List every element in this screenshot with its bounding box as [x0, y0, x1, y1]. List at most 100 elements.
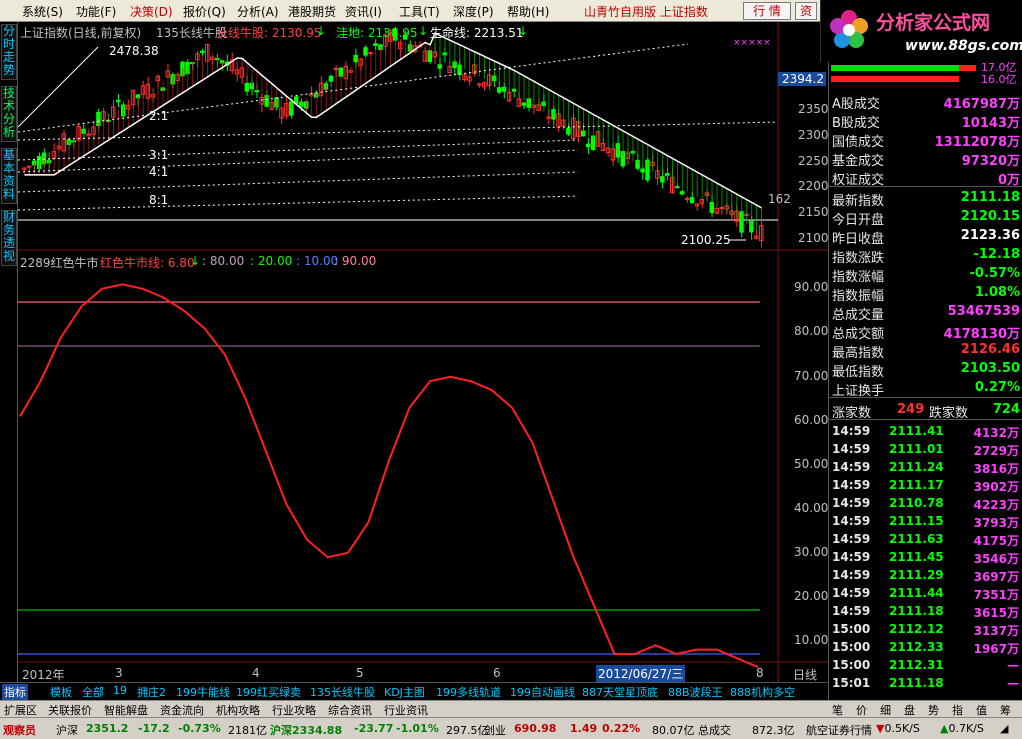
- extension-tabs: 扩展区 关联报价 智能解盘 资金流向 机构攻略 行业攻略 综合资讯 行业资讯: [0, 700, 828, 717]
- indicator-tab-3[interactable]: 19: [113, 684, 127, 697]
- candle-body: [674, 186, 680, 189]
- tick-time: 14:59: [832, 460, 871, 474]
- ext-tab-5[interactable]: 行业攻略: [272, 702, 316, 718]
- ext-tab-4[interactable]: 机构攻略: [216, 702, 260, 718]
- ext-tab-1[interactable]: 关联报价: [48, 702, 92, 718]
- indicator-tab-9[interactable]: 199多线轨道: [436, 684, 501, 700]
- observer-label[interactable]: 观察员: [3, 722, 36, 738]
- menu-quote[interactable]: 报价(Q): [183, 3, 226, 20]
- total-label: 总成交: [698, 724, 731, 737]
- chart-area[interactable]: 上证指数(日线,前复权) 135长线牛股 长线牛股: 2130.95 ↓ 洼地:…: [18, 22, 829, 683]
- rtab-0[interactable]: 笔: [832, 702, 843, 718]
- ext-tab-0[interactable]: 扩展区: [4, 702, 37, 718]
- fan-line-3: [18, 149, 579, 173]
- trade-button[interactable]: 行 情: [743, 2, 791, 20]
- level-20-label: : 20.00: [250, 254, 293, 268]
- chart-canvas[interactable]: [18, 22, 828, 682]
- ratio-4-1: 4:1: [149, 165, 169, 179]
- rtab-3[interactable]: 盘: [904, 702, 915, 718]
- indicator-tab-11[interactable]: 887天堂星顶底: [582, 684, 658, 700]
- sub-indicator-name: 2289红色牛市: [20, 256, 99, 270]
- sub-y-60: 60.00: [794, 413, 829, 427]
- rtab-5[interactable]: 指: [952, 702, 963, 718]
- candle-body: [566, 127, 571, 135]
- high-index: 最高指数 2126.46: [832, 342, 1020, 361]
- indicator-tab-7[interactable]: 135长线牛股: [310, 684, 375, 700]
- tick-time: 14:59: [832, 514, 871, 528]
- menu-tools[interactable]: 工具(T): [399, 3, 440, 20]
- sub-y-90: 90.00: [794, 280, 829, 294]
- candle-body: [353, 54, 358, 63]
- level-90-label: : 90.00: [334, 254, 377, 268]
- tick-row: 14:59 2110.78 4223万: [829, 495, 1022, 513]
- indicator-tab-8[interactable]: KDJ主图: [384, 684, 425, 700]
- tick-time: 14:59: [832, 478, 871, 492]
- indicator-tab-0[interactable]: 指标: [2, 684, 28, 700]
- tick-time: 15:00: [832, 658, 871, 672]
- x-label-4: 4: [252, 666, 260, 680]
- index-pct: 指数涨幅 -0.57%: [832, 266, 1020, 285]
- indicator-tab-13[interactable]: 888机构多空: [730, 684, 795, 700]
- rtab-7[interactable]: 筹: [1000, 702, 1011, 718]
- ext-tab-3[interactable]: 资金流向: [160, 702, 204, 718]
- indicator-tab-1[interactable]: 模板: [50, 684, 72, 700]
- tab-time-sharing[interactable]: 分时走势: [1, 24, 17, 80]
- tab-finance[interactable]: 财务透视: [1, 210, 17, 266]
- fan-line-4: [18, 171, 579, 193]
- x-label-8: 8: [756, 666, 764, 680]
- menu-news[interactable]: 资讯(I): [345, 3, 382, 20]
- menu-help[interactable]: 帮助(H): [507, 3, 549, 20]
- ext-tab-7[interactable]: 行业资讯: [384, 702, 428, 718]
- menu-system[interactable]: 系统(S): [22, 3, 63, 20]
- rtab-6[interactable]: 值: [976, 702, 987, 718]
- ext-tab-6[interactable]: 综合资讯: [328, 702, 372, 718]
- logo-text: 分析家公式网: [876, 13, 991, 34]
- tick-list[interactable]: 14:59 2111.41 4132万 14:59 2111.01 2729万 14:59 2…: [829, 423, 1022, 698]
- candle-body: [328, 75, 334, 82]
- menu-decision[interactable]: 决策(D): [130, 3, 173, 20]
- bar-value-2: 16.0亿: [981, 73, 1017, 86]
- info-button[interactable]: 资: [795, 2, 817, 20]
- tick-price: 2111.15: [889, 514, 944, 528]
- tab-tech-analysis[interactable]: 技术分析: [1, 86, 17, 142]
- indicator-tab-5[interactable]: 199牛能线: [176, 684, 230, 700]
- tick-time: 14:59: [832, 568, 871, 582]
- cy-change: 1.49: [570, 722, 598, 735]
- y-2250: 2250: [798, 154, 829, 168]
- tick-volume: —: [1007, 676, 1019, 690]
- menu-hk-futures[interactable]: 港股期货: [288, 3, 336, 20]
- tick-volume: 3816万: [973, 462, 1019, 476]
- index-change: 指数涨跌 -12.18: [832, 247, 1020, 266]
- bar-red-2: [831, 76, 959, 82]
- sz-amount: 297.5亿: [446, 724, 489, 737]
- tab-basic-info[interactable]: 基本资料: [1, 148, 17, 204]
- b-share-volume: B股成交 10143万: [832, 116, 1020, 131]
- indicator-tab-4[interactable]: 拥庄2: [137, 684, 166, 700]
- tick-row: 14:59 2111.01 2729万: [829, 441, 1022, 459]
- indicator-tab-12[interactable]: 88B波段王: [668, 684, 723, 700]
- menu-function[interactable]: 功能(F): [76, 3, 116, 20]
- bond-volume: 国债成交 13112078万: [832, 135, 1020, 150]
- rtab-2[interactable]: 细: [880, 702, 891, 718]
- candle-body: [679, 191, 685, 195]
- cy-label: 创业: [484, 724, 506, 737]
- tick-time: 15:00: [832, 622, 871, 636]
- period-label[interactable]: 日线: [793, 666, 817, 683]
- ext-tab-2[interactable]: 智能解盘: [104, 702, 148, 718]
- level-80-label: : 80.00: [202, 254, 245, 268]
- tick-price: 2112.12: [889, 622, 944, 636]
- rtab-1[interactable]: 价: [856, 702, 867, 718]
- indicator-tab-6[interactable]: 199红买绿卖: [236, 684, 301, 700]
- resize-grip-icon[interactable]: ◢: [1000, 722, 1008, 735]
- bar-red-1: [958, 65, 976, 71]
- tick-volume: 3793万: [973, 516, 1019, 530]
- sub-y-10: 10.00: [794, 633, 829, 647]
- menu-depth[interactable]: 深度(P): [453, 3, 494, 20]
- rtab-4[interactable]: 势: [928, 702, 939, 718]
- indicator-tab-2[interactable]: 全部: [82, 684, 104, 700]
- index-amplitude: 指数振幅 1.08%: [832, 285, 1020, 304]
- indicator-tab-10[interactable]: 199自动画线: [510, 684, 575, 700]
- tick-price: 2111.29: [889, 568, 944, 582]
- menu-analysis[interactable]: 分析(A): [237, 3, 279, 20]
- tick-row: 14:59 2111.24 3816万: [829, 459, 1022, 477]
